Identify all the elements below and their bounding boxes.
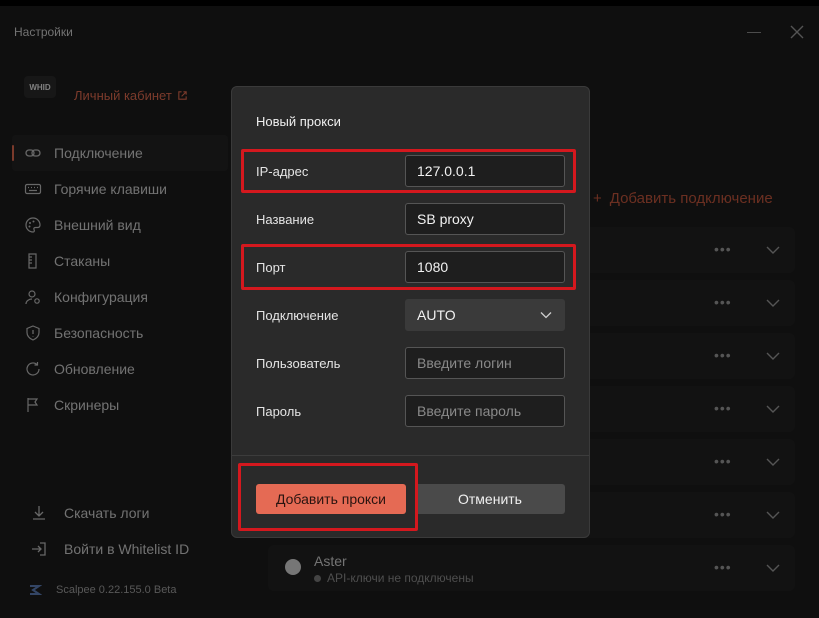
- chevron-down-icon: [540, 312, 552, 319]
- connection-select-value: AUTO: [417, 307, 456, 323]
- ip-label: IP-адрес: [256, 164, 309, 179]
- dialog-divider: [232, 455, 589, 456]
- name-label: Название: [256, 212, 315, 227]
- connection-label: Подключение: [256, 308, 339, 323]
- port-input[interactable]: [405, 251, 565, 283]
- new-proxy-dialog: Новый прокси IP-адрес Название Порт Подк…: [231, 86, 590, 538]
- cancel-button[interactable]: Отменить: [415, 484, 565, 514]
- name-input[interactable]: [405, 203, 565, 235]
- password-label: Пароль: [256, 404, 302, 419]
- ip-address-input[interactable]: [405, 155, 565, 187]
- user-label: Пользователь: [256, 356, 341, 371]
- login-input[interactable]: [405, 347, 565, 379]
- add-proxy-button[interactable]: Добавить прокси: [256, 484, 406, 514]
- connection-select[interactable]: AUTO: [405, 299, 565, 331]
- port-label: Порт: [256, 260, 286, 275]
- dialog-title: Новый прокси: [256, 114, 341, 129]
- password-input[interactable]: [405, 395, 565, 427]
